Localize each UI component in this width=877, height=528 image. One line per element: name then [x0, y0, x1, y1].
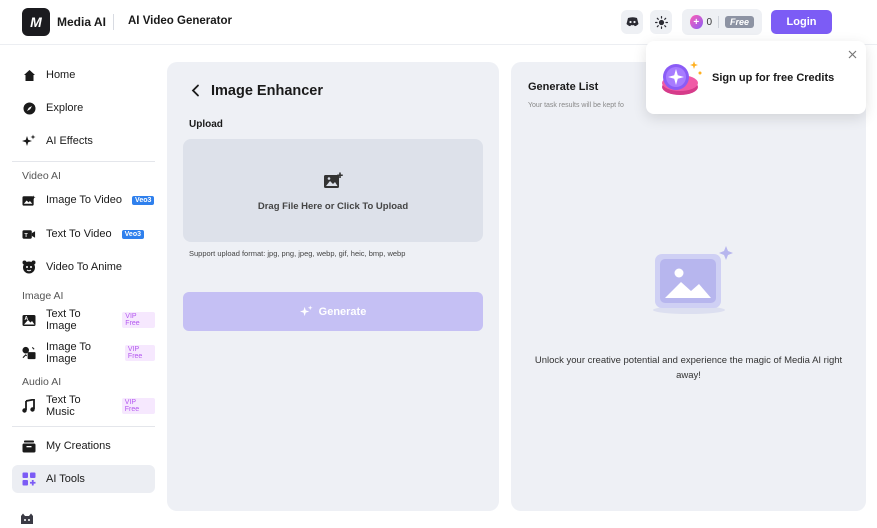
music-note-icon — [22, 399, 36, 413]
sidebar-item-label: Image To Image — [46, 341, 92, 365]
dropzone-text: Drag File Here or Click To Upload — [257, 201, 409, 212]
sidebar-item-video-to-anime[interactable]: Video To Anime — [12, 253, 155, 281]
mascot-icon — [21, 513, 33, 524]
sparkle-icon — [299, 305, 313, 317]
sidebar-item-label: Text To Music — [46, 394, 81, 418]
vip-free-badge: VIP Free — [122, 312, 155, 328]
section-label-image: Image AI — [22, 290, 64, 302]
back-button[interactable] — [191, 84, 200, 100]
sidebar-item-label: Home — [46, 69, 76, 81]
image-enhancer-panel: Image Enhancer Upload Drag File Here or … — [167, 62, 499, 511]
anime-face-icon — [22, 260, 36, 274]
vip-free-badge: VIP Free — [124, 345, 155, 361]
sidebar-item-image-to-video[interactable]: Image To Video Veo3 — [12, 186, 155, 214]
sidebar-item-ai-effects[interactable]: AI Effects — [12, 127, 155, 155]
sun-icon — [654, 15, 668, 29]
mascot-button[interactable] — [20, 512, 34, 528]
generate-label: Generate — [318, 305, 367, 318]
theme-toggle-button[interactable] — [650, 10, 672, 34]
discord-button[interactable] — [621, 10, 643, 34]
svg-text:A: A — [25, 316, 29, 322]
sidebar-item-image-to-image[interactable]: Image To Image VIP Free — [12, 339, 155, 367]
text-image-icon: A — [22, 313, 36, 327]
credits-indicator[interactable]: + 0 Free — [682, 9, 762, 35]
sidebar: Home Explore AI Effects Video AI Image T… — [0, 45, 166, 528]
generate-list-subtitle: Your task results will be kept fo — [528, 102, 624, 109]
credits-count: 0 — [706, 16, 713, 28]
image-image-icon — [22, 346, 36, 360]
sidebar-item-label: Text To Video — [46, 228, 112, 240]
top-header: M Media AI AI Video Generator + 0 Free L… — [0, 0, 877, 45]
brand-name[interactable]: Media AI — [57, 15, 106, 29]
empty-state-image-icon — [653, 246, 733, 314]
header-divider — [113, 14, 114, 30]
sidebar-item-label: AI Tools — [46, 473, 85, 485]
generate-list-title: Generate List — [528, 81, 599, 93]
creations-stack-icon — [22, 439, 36, 453]
sidebar-item-label: Explore — [46, 102, 84, 114]
sidebar-item-label: Video To Anime — [46, 261, 123, 273]
header-subtitle[interactable]: AI Video Generator — [128, 15, 232, 27]
close-button[interactable] — [848, 48, 857, 62]
popup-message: Sign up for free Credits — [712, 72, 835, 84]
discord-icon — [626, 17, 638, 27]
login-button[interactable]: Login — [771, 10, 832, 34]
signup-credits-popup[interactable]: Sign up for free Credits — [646, 41, 866, 114]
sidebar-item-text-to-video[interactable]: T Text To Video Veo3 — [12, 220, 155, 248]
tools-grid-icon — [22, 472, 36, 486]
sidebar-item-label: Image To Video — [46, 194, 123, 206]
sidebar-item-home[interactable]: Home — [12, 61, 155, 89]
sidebar-item-explore[interactable]: Explore — [12, 94, 155, 122]
sparkle-icon — [22, 134, 36, 148]
sidebar-item-text-to-image[interactable]: A Text To Image VIP Free — [12, 306, 155, 334]
sidebar-item-label: Text To Image — [46, 308, 81, 332]
veo3-badge: Veo3 — [132, 195, 155, 205]
section-label-audio: Audio AI — [22, 376, 62, 388]
supported-formats-text: Support upload format: jpg, png, jpeg, w… — [189, 249, 406, 258]
logo[interactable]: M — [22, 8, 50, 36]
credit-coin-icon: + — [690, 15, 703, 29]
section-label-video: Video AI — [22, 170, 61, 182]
compass-icon — [22, 101, 36, 115]
free-badge: Free — [724, 16, 754, 28]
image-video-icon — [22, 193, 36, 207]
generate-list-panel: Generate List Your task results will be … — [511, 62, 866, 511]
veo3-badge: Veo3 — [121, 229, 144, 239]
page-title: Image Enhancer — [211, 83, 324, 99]
chevron-left-icon — [191, 84, 199, 97]
upload-label: Upload — [189, 119, 223, 130]
sidebar-item-my-creations[interactable]: My Creations — [12, 432, 155, 460]
generate-button[interactable]: Generate — [183, 292, 483, 331]
svg-text:T: T — [24, 232, 28, 238]
text-video-icon: T — [22, 227, 36, 241]
sidebar-item-label: AI Effects — [46, 135, 93, 147]
credits-coins-icon — [662, 61, 702, 95]
upload-dropzone[interactable]: Drag File Here or Click To Upload — [183, 139, 483, 242]
sidebar-item-text-to-music[interactable]: Text To Music VIP Free — [12, 392, 155, 420]
sidebar-item-label: My Creations — [46, 440, 111, 452]
sidebar-item-ai-tools[interactable]: AI Tools — [12, 465, 155, 493]
sidebar-divider — [12, 161, 155, 162]
empty-state-text: Unlock your creative potential and exper… — [534, 355, 843, 381]
credits-divider — [718, 16, 719, 28]
sidebar-divider — [12, 426, 155, 427]
vip-free-badge: VIP Free — [121, 398, 155, 414]
close-icon — [848, 50, 857, 59]
home-icon — [22, 68, 36, 82]
add-image-icon — [324, 172, 343, 188]
